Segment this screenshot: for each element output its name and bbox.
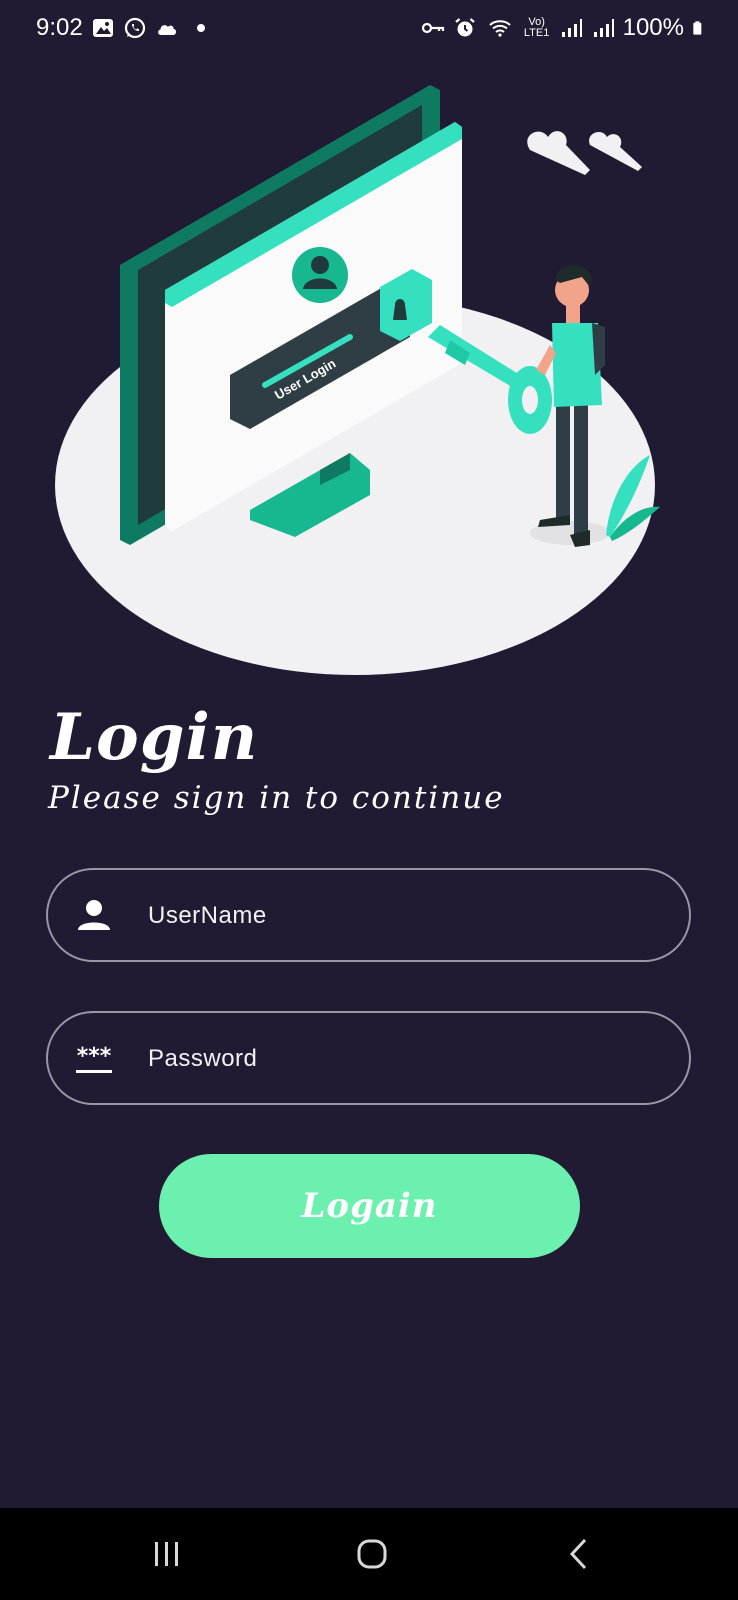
vpn-key-icon bbox=[421, 22, 444, 34]
gallery-icon bbox=[92, 19, 113, 37]
signal-icon bbox=[561, 19, 582, 37]
home-button[interactable] bbox=[312, 1508, 432, 1600]
wifi-icon bbox=[488, 20, 511, 37]
status-left: 9:02 bbox=[36, 14, 205, 42]
notification-dot-icon bbox=[196, 24, 205, 32]
password-icon: *** bbox=[76, 1044, 112, 1073]
recent-apps-icon bbox=[155, 1542, 178, 1566]
password-field[interactable]: *** bbox=[46, 1011, 691, 1105]
whatsapp-icon bbox=[124, 17, 145, 39]
cloud-icon bbox=[157, 25, 176, 35]
status-bar: 9:02 Vo) LTE1 100% bbox=[0, 0, 738, 60]
status-right: Vo) LTE1 100% bbox=[421, 14, 708, 42]
status-time: 9:02 bbox=[36, 14, 83, 41]
page-title: Login bbox=[50, 700, 259, 775]
navigation-bar bbox=[0, 1508, 738, 1600]
username-input[interactable] bbox=[146, 870, 670, 962]
network-label: Vo) LTE1 bbox=[523, 16, 550, 39]
login-illustration: User Login bbox=[55, 85, 660, 675]
username-field[interactable] bbox=[46, 868, 691, 962]
cloud-icon bbox=[527, 131, 642, 175]
person-icon bbox=[78, 900, 110, 930]
password-input[interactable] bbox=[146, 1013, 670, 1105]
page-subtitle: Please sign in to continue bbox=[48, 780, 505, 816]
battery-percentage: 100% bbox=[622, 14, 684, 41]
signal-icon bbox=[593, 19, 614, 37]
svg-text:***: *** bbox=[77, 1044, 112, 1069]
home-icon bbox=[357, 1539, 387, 1569]
login-button[interactable]: Logain bbox=[159, 1154, 580, 1258]
back-icon bbox=[569, 1538, 587, 1570]
alarm-icon bbox=[454, 18, 475, 37]
back-button[interactable] bbox=[520, 1508, 640, 1600]
recent-apps-button[interactable] bbox=[107, 1508, 227, 1600]
battery-icon bbox=[693, 21, 702, 35]
